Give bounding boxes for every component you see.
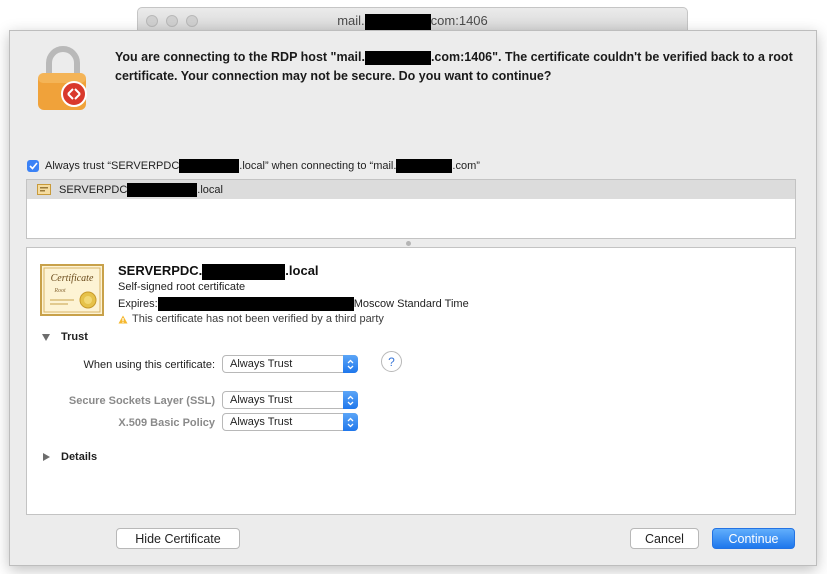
always-trust-text-a: Always trust “SERVERPDC: [45, 160, 180, 172]
warning-icon: [118, 315, 128, 323]
cancel-button[interactable]: Cancel: [630, 528, 699, 549]
always-trust-text-b: .local” when connecting to “mail.: [239, 160, 397, 172]
x509-popup[interactable]: Always Trust: [222, 413, 358, 431]
when-using-label: When using this certificate:: [83, 359, 215, 371]
ssl-label: Secure Sockets Layer (SSL): [68, 395, 215, 407]
trust-disclosure[interactable]: Trust: [42, 331, 88, 343]
always-trust-checkbox[interactable]: [27, 160, 39, 172]
certificate-name: SERVERPDC. .local: [118, 263, 319, 280]
certificate-image-script: Certificate: [51, 273, 94, 284]
certificate-type: Self-signed root certificate: [118, 281, 246, 293]
redacted-block: [396, 159, 453, 173]
checkmark-icon: [28, 162, 38, 170]
lock-rdp-icon: [38, 46, 87, 110]
updown-arrows-icon: [343, 355, 358, 373]
expires-label: Expires:: [118, 298, 158, 310]
redacted-block: [179, 159, 240, 173]
x509-label: X.509 Basic Policy: [118, 417, 215, 429]
dialog-message: You are connecting to the RDP host "mail…: [115, 48, 795, 86]
certificate-list[interactable]: SERVERPDC .local: [26, 179, 796, 239]
continue-button[interactable]: Continue: [712, 528, 795, 549]
when-using-value: Always Trust: [230, 358, 293, 370]
updown-arrows-icon: [343, 413, 358, 431]
certificate-list-item-suffix: .local: [197, 183, 223, 196]
certificate-icon: [37, 184, 51, 195]
ssl-popup[interactable]: Always Trust: [222, 391, 358, 409]
expires-timezone: Moscow Standard Time: [353, 298, 469, 310]
redacted-block: [127, 182, 198, 197]
details-section-label: Details: [61, 451, 98, 463]
disclosure-open-icon[interactable]: [42, 333, 50, 341]
redacted-block: [364, 13, 431, 30]
certificate-warning-text: This certificate has not been verified b…: [132, 313, 384, 325]
certificate-sheet: You are connecting to the RDP host "mail…: [9, 30, 817, 566]
redacted-block: [202, 263, 286, 280]
window-title-suffix: com:1406: [430, 13, 488, 28]
certificate-detail-pane: Certificate Root SERVERPDC. .local Self-s…: [26, 247, 796, 515]
trust-section-label: Trust: [61, 331, 88, 343]
when-using-popup[interactable]: Always Trust: [222, 355, 358, 373]
certificate-list-item[interactable]: SERVERPDC .local: [27, 180, 795, 199]
x509-value: Always Trust: [230, 416, 293, 428]
certificate-image-sub: Root: [53, 288, 66, 294]
certificate-name-prefix: SERVERPDC.: [118, 263, 203, 278]
disclosure-closed-icon[interactable]: [43, 453, 50, 461]
updown-arrows-icon: [343, 391, 358, 409]
certificate-large-icon: Certificate Root: [40, 264, 104, 316]
hide-certificate-button[interactable]: Hide Certificate: [116, 528, 240, 549]
certificate-expires: Expires: Moscow Standard Time: [118, 297, 469, 311]
pane-splitter-handle[interactable]: [406, 241, 411, 246]
window-title-prefix: mail.: [337, 13, 365, 28]
always-trust-checkbox-row[interactable]: Always trust “SERVERPDC .local” when conn…: [27, 158, 480, 174]
details-disclosure[interactable]: Details: [43, 451, 97, 463]
redacted-block: [157, 297, 354, 311]
redacted-block: [364, 50, 431, 65]
dialog-message-text-a: You are connecting to the RDP host "mail…: [115, 50, 365, 64]
help-button[interactable]: ?: [381, 351, 402, 372]
window-title: mail. com:1406: [138, 13, 687, 30]
ssl-value: Always Trust: [230, 394, 293, 406]
certificate-name-suffix: .local: [285, 263, 319, 278]
certificate-warning: This certificate has not been verified b…: [118, 313, 384, 325]
always-trust-text-c: .com”: [452, 160, 480, 172]
certificate-list-item-prefix: SERVERPDC: [59, 183, 128, 196]
